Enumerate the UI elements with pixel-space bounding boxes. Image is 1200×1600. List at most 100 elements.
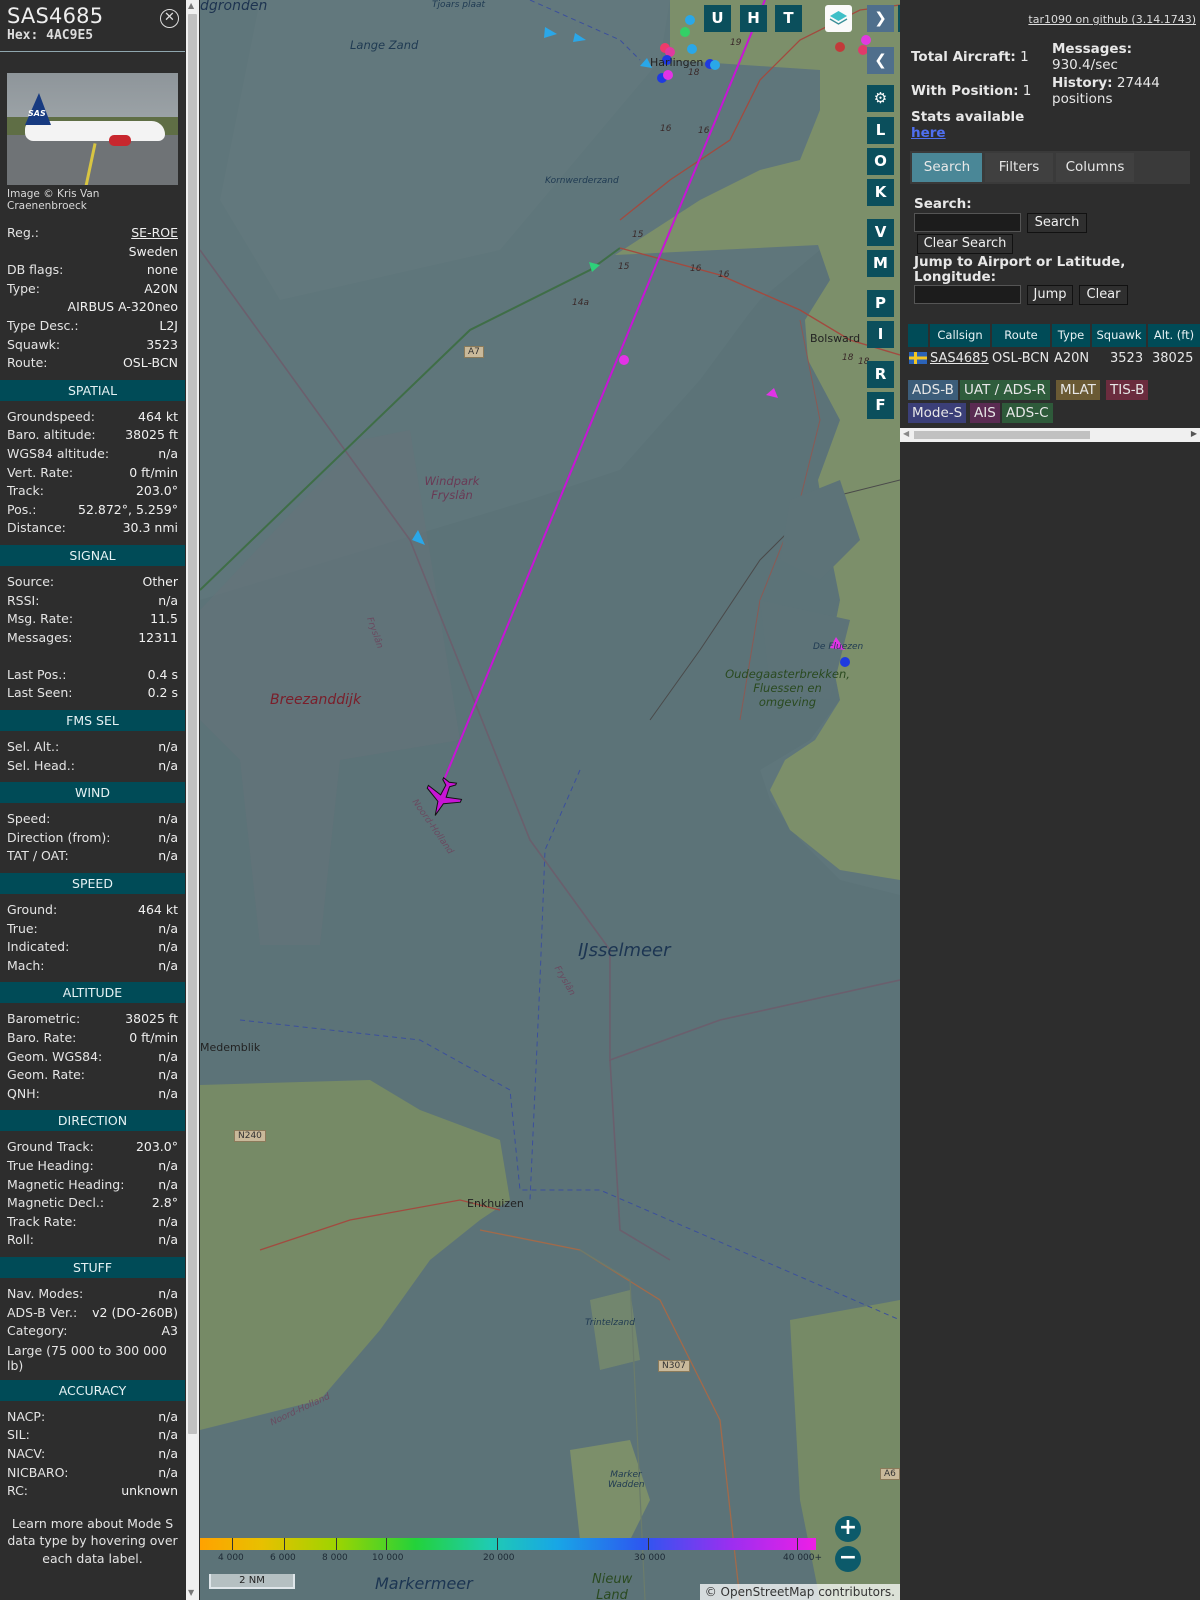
chevron-left-icon[interactable]: ❮ bbox=[867, 47, 894, 74]
info-value: 2.8° bbox=[151, 1195, 178, 1211]
tab-columns[interactable]: Columns bbox=[1056, 153, 1134, 182]
info-value: 11.5 bbox=[150, 611, 178, 627]
section-header: SPATIAL bbox=[0, 379, 185, 401]
section-header: SIGNAL bbox=[0, 544, 185, 566]
info-row: Track Rate: n/a bbox=[7, 1213, 178, 1232]
map-button-v[interactable]: V bbox=[867, 219, 894, 246]
table-header-callsign[interactable]: Callsign bbox=[930, 324, 990, 347]
jump-button[interactable]: Jump bbox=[1027, 285, 1073, 305]
info-value: n/a bbox=[158, 445, 178, 461]
search-button[interactable]: Search bbox=[1027, 213, 1087, 233]
section-header: WIND bbox=[0, 782, 185, 804]
info-row: RSSI: n/a bbox=[7, 592, 178, 611]
clear-button[interactable]: Clear bbox=[1079, 285, 1128, 305]
info-value: 0.2 s bbox=[147, 685, 178, 701]
info-row: TAT / OAT: n/a bbox=[7, 847, 178, 866]
info-value: 203.0° bbox=[135, 483, 178, 499]
map-button-h[interactable]: H bbox=[740, 5, 767, 32]
info-value: n/a bbox=[158, 1464, 178, 1480]
info-label: Geom. Rate: bbox=[7, 1067, 86, 1083]
info-row: Ground: 464 kt bbox=[7, 901, 178, 920]
info-value: n/a bbox=[158, 957, 178, 973]
map-button-f[interactable]: F bbox=[867, 392, 894, 419]
map-button-t[interactable]: T bbox=[775, 5, 802, 32]
map-place-label: Kornwerderzand bbox=[545, 176, 619, 186]
map-button-i[interactable]: I bbox=[867, 321, 894, 348]
map-button-u[interactable]: U bbox=[704, 5, 731, 32]
info-label: Track Rate: bbox=[7, 1213, 77, 1229]
map-place-label: Bolsward bbox=[810, 332, 861, 345]
zoom-in-button[interactable]: + bbox=[835, 1516, 861, 1542]
layers-icon[interactable] bbox=[825, 5, 852, 32]
clear-search-button[interactable]: Clear Search bbox=[917, 234, 1013, 254]
info-label: True Heading: bbox=[7, 1157, 94, 1173]
road-label: 18 bbox=[842, 353, 854, 363]
map-button-k[interactable]: K bbox=[867, 179, 894, 206]
zoom-out-button[interactable]: − bbox=[835, 1546, 861, 1572]
map-place-label: Markermeer bbox=[375, 1574, 473, 1593]
row-altitude: 38025 bbox=[1152, 351, 1194, 366]
info-scrollbar[interactable]: ▲ ▼ bbox=[186, 0, 199, 1600]
map-button-o[interactable]: O bbox=[867, 148, 894, 175]
section-rows: Ground: 464 kt True: n/a Indicated: n/a Mach: n… bbox=[0, 901, 185, 975]
info-label: Category: bbox=[7, 1323, 68, 1339]
map-button-m[interactable]: M bbox=[867, 250, 894, 277]
source-chip[interactable]: AIS bbox=[970, 403, 1000, 423]
info-label: WGS84 altitude: bbox=[7, 445, 110, 461]
version-link[interactable]: tar1090 on github (3.14.1743) bbox=[1028, 13, 1196, 26]
altitude-tick-mark bbox=[386, 1538, 387, 1550]
info-value[interactable]: SE-ROE bbox=[131, 224, 178, 243]
map-place-label: dgronden bbox=[200, 0, 268, 14]
chevron-right-icon[interactable]: ❯ bbox=[867, 5, 894, 32]
map-button-l[interactable]: L bbox=[867, 117, 894, 144]
search-input[interactable] bbox=[914, 213, 1021, 232]
gear-icon[interactable]: ⚙ bbox=[867, 85, 894, 112]
info-header: SAS4685 Hex: 4AC9E5 ✕ bbox=[0, 0, 185, 52]
source-chip[interactable]: UAT / ADS-R bbox=[960, 380, 1050, 400]
altitude-tick-mark bbox=[232, 1538, 233, 1550]
jump-input[interactable] bbox=[914, 285, 1021, 304]
info-label: Magnetic Heading: bbox=[7, 1176, 125, 1192]
tab-filters[interactable]: Filters bbox=[985, 153, 1053, 182]
table-header-type[interactable]: Type bbox=[1052, 324, 1090, 347]
map-button-r[interactable]: R bbox=[867, 361, 894, 388]
map-button-p[interactable]: P bbox=[867, 290, 894, 317]
altitude-tick-label: 20 000 bbox=[483, 1553, 515, 1563]
source-chip[interactable]: MLAT bbox=[1056, 380, 1100, 400]
info-label: Roll: bbox=[7, 1232, 34, 1248]
info-label: Mach: bbox=[7, 957, 45, 973]
source-chip[interactable]: ADS-B bbox=[908, 380, 958, 400]
info-label: Direction (from): bbox=[7, 829, 111, 845]
section-header: FMS SEL bbox=[0, 710, 185, 732]
tab-search[interactable]: Search bbox=[912, 153, 982, 182]
table-header-flag[interactable] bbox=[908, 324, 928, 347]
info-row: NICBARO: n/a bbox=[7, 1464, 178, 1483]
map-view[interactable]: dgronden Tjoars plaat Lange Zand Harlingen K… bbox=[200, 0, 900, 1600]
hex-label: Hex: bbox=[7, 28, 39, 43]
table-hscrollbar[interactable]: ◀ ▶ bbox=[900, 428, 1200, 442]
info-value: n/a bbox=[158, 1067, 178, 1083]
total-aircraft: Total Aircraft: 1 bbox=[911, 49, 1029, 65]
section-rows: Source: Other RSSI: n/a Msg. Rate: 11.5 Messag… bbox=[0, 573, 185, 703]
table-header-squawk[interactable]: Squawk bbox=[1092, 324, 1146, 347]
info-value: n/a bbox=[158, 1213, 178, 1229]
row-callsign[interactable]: SAS4685 bbox=[930, 350, 989, 368]
source-chip[interactable]: Mode-S bbox=[908, 403, 967, 423]
info-row: NACV: n/a bbox=[7, 1445, 178, 1464]
table-header-route[interactable]: Route bbox=[992, 324, 1050, 347]
close-icon[interactable]: ✕ bbox=[160, 9, 179, 28]
road-label: 16 bbox=[660, 124, 672, 134]
jump-label: Jump to Airport or Latitude, Longitude: bbox=[914, 254, 1126, 285]
table-header-altitude[interactable]: Alt. (ft) bbox=[1148, 324, 1200, 347]
stats-link[interactable]: here bbox=[911, 125, 946, 141]
aircraft-photo[interactable]: SAS bbox=[7, 73, 178, 185]
info-value: 52.872°, 5.259° bbox=[78, 501, 178, 517]
source-chip[interactable]: ADS-C bbox=[1002, 403, 1053, 423]
map-attribution[interactable]: © OpenStreetMap contributors. bbox=[699, 1584, 900, 1600]
source-chip[interactable]: TIS-B bbox=[1106, 380, 1149, 400]
info-row: Nav. Modes: n/a bbox=[7, 1285, 178, 1304]
info-row: Source: Other bbox=[7, 573, 178, 592]
map-place-label: Marker Wadden bbox=[608, 1470, 645, 1490]
altitude-tick-mark bbox=[797, 1538, 798, 1550]
aircraft-info-panel: SAS4685 Hex: 4AC9E5 ✕ SAS Image © Kris V… bbox=[0, 0, 185, 1600]
